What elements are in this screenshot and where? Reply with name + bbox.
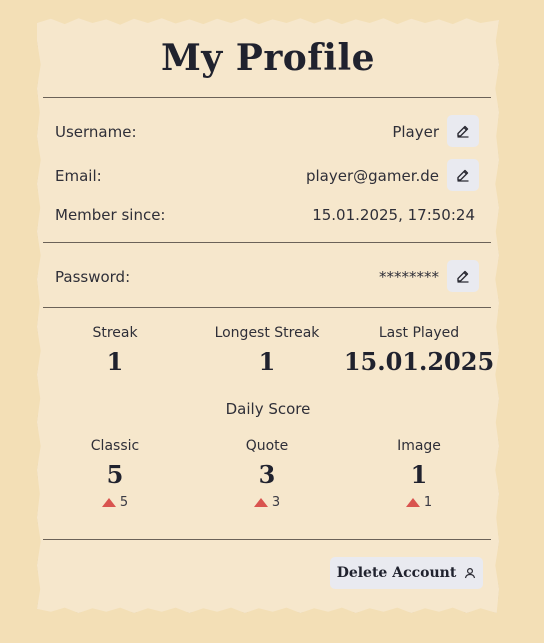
score-image-value: 1 bbox=[410, 460, 428, 489]
email-value: player@gamer.de bbox=[305, 167, 439, 185]
triangle-up-icon bbox=[101, 498, 116, 507]
stat-streak: Streak 1 bbox=[38, 325, 192, 376]
stat-longest-streak-value: 1 bbox=[258, 347, 276, 376]
score-classic-delta: 5 bbox=[119, 495, 129, 510]
password-label: Password: bbox=[55, 268, 131, 286]
score-image-trend: 1 bbox=[342, 495, 496, 510]
divider bbox=[43, 307, 491, 308]
member-since-label: Member since: bbox=[55, 206, 166, 224]
edit-icon bbox=[457, 125, 469, 138]
edit-email-button[interactable] bbox=[447, 159, 479, 191]
triangle-up-icon bbox=[405, 498, 420, 507]
delete-account-button[interactable]: Delete Account bbox=[330, 557, 483, 589]
page-title: My Profile bbox=[160, 37, 376, 79]
divider bbox=[43, 97, 491, 98]
email-row: Email: player@gamer.de bbox=[55, 159, 479, 191]
member-since-row: Member since: 15.01.2025, 17:50:24 bbox=[55, 198, 479, 230]
edit-icon bbox=[457, 169, 469, 182]
stat-longest-streak-label: Longest Streak bbox=[214, 325, 320, 341]
profile-card: My Profile Username: Player Email: playe… bbox=[37, 18, 499, 613]
stat-streak-label: Streak bbox=[92, 325, 138, 341]
stat-streak-value: 1 bbox=[106, 347, 124, 376]
stat-last-played-value: 15.01.2025 bbox=[343, 347, 495, 376]
score-quote-label: Quote bbox=[245, 438, 289, 454]
score-classic: Classic 5 bbox=[38, 438, 192, 489]
delete-account-label: Delete Account bbox=[336, 565, 457, 581]
divider bbox=[43, 242, 491, 243]
daily-score-title: Daily Score bbox=[225, 400, 311, 418]
edit-username-button[interactable] bbox=[447, 115, 479, 147]
member-since-value: 15.01.2025, 17:50:24 bbox=[312, 206, 475, 224]
score-classic-label: Classic bbox=[90, 438, 140, 454]
score-image-label: Image bbox=[397, 438, 441, 454]
edit-password-button[interactable] bbox=[447, 260, 479, 292]
stat-longest-streak: Longest Streak 1 bbox=[190, 325, 344, 376]
score-classic-value: 5 bbox=[106, 460, 124, 489]
score-quote-delta: 3 bbox=[271, 495, 281, 510]
email-label: Email: bbox=[55, 167, 102, 185]
user-icon bbox=[464, 567, 476, 579]
score-classic-trend: 5 bbox=[38, 495, 192, 510]
username-value: Player bbox=[392, 123, 439, 141]
score-image: Image 1 bbox=[342, 438, 496, 489]
username-label: Username: bbox=[55, 123, 137, 141]
score-quote: Quote 3 bbox=[190, 438, 344, 489]
stat-last-played: Last Played 15.01.2025 bbox=[342, 325, 496, 376]
score-quote-trend: 3 bbox=[190, 495, 344, 510]
divider bbox=[43, 539, 491, 540]
edit-icon bbox=[457, 270, 469, 283]
password-value: ******** bbox=[379, 268, 439, 286]
stat-last-played-label: Last Played bbox=[378, 325, 460, 341]
triangle-up-icon bbox=[253, 498, 268, 507]
score-image-delta: 1 bbox=[423, 495, 433, 510]
score-quote-value: 3 bbox=[258, 460, 276, 489]
username-row: Username: Player bbox=[55, 115, 479, 147]
password-row: Password: ******** bbox=[55, 260, 479, 292]
